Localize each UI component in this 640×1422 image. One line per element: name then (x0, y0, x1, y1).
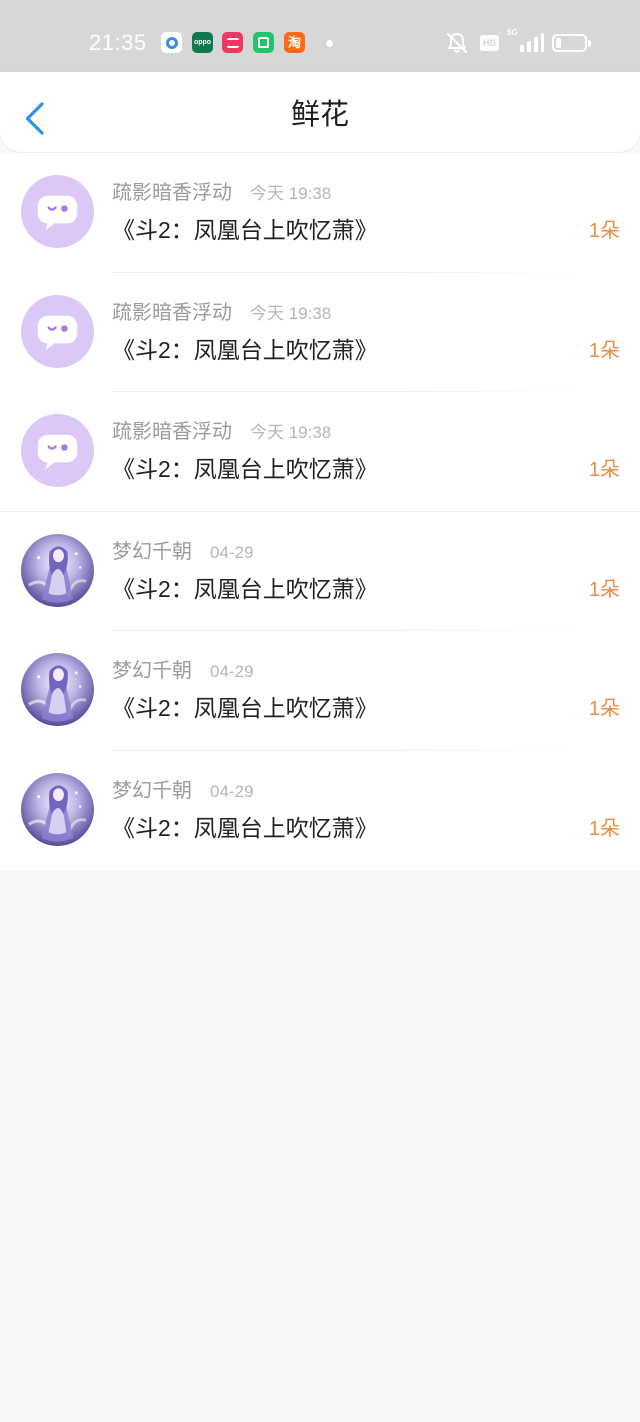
record-meta: 梦幻千朝 04-29 (112, 658, 253, 684)
flower-record[interactable]: 疏影暗香浮动 今天 19:38 《斗2：凤凰台上吹忆萧》 1朵 (0, 153, 640, 273)
top-nav-bar: 鲜花 (0, 72, 640, 152)
flower-count: 1朵 (588, 339, 620, 362)
status-bar: 21:35 oppo 淘 HD 5G (0, 0, 640, 72)
record-meta: 疏影暗香浮动 今天 19:38 (112, 300, 331, 326)
record-meta: 梦幻千朝 04-29 (112, 539, 253, 565)
hd-icon: HD (480, 35, 499, 51)
sender-name[interactable]: 疏影暗香浮动 (112, 421, 232, 443)
blue-circle-app-icon (161, 32, 182, 53)
flower-count: 1朵 (588, 817, 620, 840)
work-title: 《斗2：凤凰台上吹忆萧》 (112, 575, 378, 602)
record-meta: 疏影暗香浮动 今天 19:38 (112, 419, 331, 445)
flower-record[interactable]: 梦幻千朝 04-29 《斗2：凤凰台上吹忆萧》 1朵 (0, 631, 640, 751)
signal-bar (534, 37, 538, 52)
send-time: 04-29 (210, 542, 254, 562)
send-time: 今天 19:38 (250, 423, 332, 442)
record-meta: 疏影暗香浮动 今天 19:38 (112, 180, 331, 206)
pink-app-glyph (226, 37, 239, 48)
ring-glyph (165, 36, 178, 49)
flower-record[interactable]: 疏影暗香浮动 今天 19:38 《斗2：凤凰台上吹忆萧》 1朵 (0, 392, 640, 512)
flower-record[interactable]: 梦幻千朝 04-29 《斗2：凤凰台上吹忆萧》 1朵 (0, 512, 640, 631)
clock: 21:35 (89, 30, 147, 55)
battery-fill (556, 38, 562, 48)
signal-bar (541, 33, 544, 52)
sender-name[interactable]: 梦幻千朝 (112, 541, 192, 563)
flower-count: 1朵 (588, 220, 620, 242)
bag-glyph (258, 37, 269, 48)
flower-count: 1朵 (588, 698, 620, 720)
flower-count: 1朵 (588, 578, 620, 601)
mute-bell-icon (446, 32, 468, 54)
pink-app-icon (222, 32, 243, 53)
anime-character-avatar-icon[interactable] (21, 653, 94, 726)
taobao-app-icon: 淘 (284, 32, 305, 53)
signal-bar (527, 41, 531, 52)
battery-cap (588, 40, 591, 47)
send-time: 04-29 (210, 662, 254, 681)
oppo-app-icon: oppo (192, 32, 213, 53)
send-time: 今天 19:38 (250, 184, 332, 203)
signal-icon (512, 32, 544, 52)
anime-character-avatar-icon[interactable] (21, 534, 94, 607)
flower-count: 1朵 (588, 459, 620, 481)
more-notifications-dot-icon (326, 40, 333, 47)
signal-bar (520, 45, 524, 52)
chat-bubble-avatar-icon[interactable] (21, 175, 94, 248)
chat-bubble-avatar-icon[interactable] (21, 295, 94, 368)
work-title: 《斗2：凤凰台上吹忆萧》 (112, 456, 378, 482)
sender-name[interactable]: 疏影暗香浮动 (112, 182, 232, 204)
flower-record-list: 疏影暗香浮动 今天 19:38 《斗2：凤凰台上吹忆萧》 1朵 疏影暗香浮动 今天 … (0, 153, 640, 870)
work-title: 《斗2：凤凰台上吹忆萧》 (112, 695, 378, 721)
chat-bubble-avatar-icon[interactable] (21, 414, 94, 487)
sender-name[interactable]: 梦幻千朝 (112, 780, 192, 802)
flower-record[interactable]: 梦幻千朝 04-29 《斗2：凤凰台上吹忆萧》 1朵 (0, 751, 640, 871)
shopping-bag-app-icon (253, 32, 274, 53)
sender-name[interactable]: 梦幻千朝 (112, 660, 192, 682)
work-title: 《斗2：凤凰台上吹忆萧》 (112, 814, 378, 841)
record-meta: 梦幻千朝 04-29 (112, 778, 253, 804)
work-title: 《斗2：凤凰台上吹忆萧》 (112, 217, 378, 243)
send-time: 今天 19:38 (250, 303, 332, 323)
flower-record[interactable]: 疏影暗香浮动 今天 19:38 《斗2：凤凰台上吹忆萧》 1朵 (0, 273, 640, 392)
work-title: 《斗2：凤凰台上吹忆萧》 (112, 336, 378, 363)
sender-name[interactable]: 疏影暗香浮动 (112, 302, 232, 324)
battery-icon (552, 34, 587, 52)
send-time: 04-29 (210, 781, 254, 801)
anime-character-avatar-icon[interactable] (21, 773, 94, 846)
page-title: 鲜花 (290, 99, 349, 131)
